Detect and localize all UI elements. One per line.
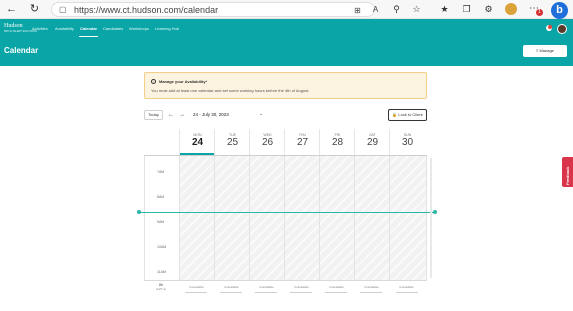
feedback-tab[interactable]: Feedback <box>562 157 573 187</box>
manage-label: Manage <box>539 48 554 53</box>
availability-underline <box>185 292 207 293</box>
zoom-icon[interactable]: ⚲ <box>390 3 403 16</box>
alert-title: Manage your Availability* <box>159 79 208 84</box>
day-number: 28 <box>331 137 344 148</box>
address-bar[interactable]: ▢ https://www.ct.hudson.com/calendar ⊞ A <box>51 2 378 17</box>
grid-left-border <box>144 156 145 280</box>
current-time-dot <box>433 210 437 214</box>
lock-to-client-button[interactable]: 🔒 Lock to Client <box>388 109 427 121</box>
user-avatar[interactable] <box>557 24 567 34</box>
app-navbar: Hudson RPO & TALENT SOLUTIONS Activities… <box>0 19 573 38</box>
today-button[interactable]: Today <box>144 110 163 120</box>
day-number: 26 <box>261 137 274 148</box>
nav-workshops[interactable]: Workshops <box>129 26 149 31</box>
day-header-sat[interactable]: SAT 29 <box>354 129 389 156</box>
column-divider <box>426 156 427 280</box>
lock-label: Lock to Client <box>398 112 423 117</box>
date-range-label[interactable]: 24 - July 30, 2023 <box>193 112 229 118</box>
day-number: 27 <box>296 137 309 148</box>
favorites-icon[interactable]: ★ <box>438 3 451 16</box>
availability-cell-wed[interactable]: Unavailable <box>249 286 284 289</box>
availability-alert: ! Manage your Availability* You must add… <box>144 72 427 99</box>
column-divider <box>179 156 180 280</box>
availability-cell-sun[interactable]: Unavailable <box>389 286 424 289</box>
day-header-tue[interactable]: TUE 25 <box>214 129 249 156</box>
day-header-wed[interactable]: WED 26 <box>249 129 284 156</box>
profile-avatar[interactable] <box>505 3 517 15</box>
hudson-logo[interactable]: Hudson RPO & TALENT SOLUTIONS <box>4 23 37 35</box>
lock-icon: ▢ <box>59 5 67 14</box>
browser-toolbar: ← ↻ ▢ https://www.ct.hudson.com/calendar… <box>0 0 573 19</box>
availability-underline <box>255 292 277 293</box>
info-icon: ! <box>151 79 156 84</box>
next-week-arrow-icon[interactable]: → <box>179 110 185 120</box>
active-nav-indicator <box>79 36 98 37</box>
day-header-mon[interactable]: MON 24 <box>179 129 215 156</box>
time-label: 11AM <box>157 270 166 274</box>
availability-cell-sat[interactable]: Unavailable <box>354 286 389 289</box>
back-icon[interactable]: ← <box>5 3 18 16</box>
availability-cell-fri[interactable]: Unavailable <box>319 286 354 289</box>
day-number: 29 <box>366 137 379 148</box>
day-number: 30 <box>401 137 414 148</box>
notification-badge: 1 <box>536 9 543 16</box>
footer-divider <box>144 280 427 281</box>
page-title: Calendar <box>4 46 39 55</box>
availability-underline <box>220 292 242 293</box>
nav-availability[interactable]: Availability <box>55 26 74 31</box>
screen: ← ↻ ▢ https://www.ct.hudson.com/calendar… <box>0 0 573 311</box>
url-text[interactable]: https://www.ct.hudson.com/calendar <box>74 4 218 16</box>
availability-cell-mon[interactable]: Unavailable <box>179 286 214 289</box>
app-grid-icon[interactable]: ⊞ <box>352 5 363 16</box>
feedback-label: Feedback <box>565 166 570 185</box>
extension-icon[interactable]: ⚙ <box>482 3 495 16</box>
day-header-fri[interactable]: FRI 28 <box>319 129 354 156</box>
notification-dot <box>548 25 552 29</box>
availability-cell-tue[interactable]: Unavailable <box>214 286 249 289</box>
availability-underline <box>325 292 347 293</box>
availability-underline <box>396 292 418 293</box>
day-number: 24 <box>191 137 204 148</box>
timezone-label: (GMT+1) <box>155 288 167 291</box>
page-header <box>0 38 573 66</box>
current-time-line <box>139 212 435 213</box>
chevron-down-icon[interactable]: ⌄ <box>259 111 263 118</box>
column-divider <box>249 156 250 280</box>
logo-subtitle: RPO & TALENT SOLUTIONS <box>4 30 37 33</box>
time-label: 8AM <box>157 195 165 199</box>
availability-cell-thu[interactable]: Unavailable <box>284 286 319 289</box>
column-divider <box>389 156 390 280</box>
total-hours-label: 8h <box>159 283 163 287</box>
column-divider <box>214 156 215 280</box>
day-number: 25 <box>226 137 239 148</box>
current-time-dot <box>137 210 141 214</box>
bing-icon[interactable]: b <box>551 2 568 19</box>
time-label: 9AM <box>157 220 165 224</box>
day-header-thu[interactable]: THU 27 <box>284 129 319 156</box>
refresh-icon[interactable]: ↻ <box>28 3 41 16</box>
grid-scrollbar[interactable] <box>430 158 432 278</box>
column-divider <box>319 156 320 280</box>
collections-icon[interactable]: ❐ <box>460 3 473 16</box>
alert-message: You must add at least one calendar and s… <box>151 88 310 93</box>
favorite-star-icon[interactable]: ☆ <box>410 3 423 16</box>
availability-underline <box>360 292 382 293</box>
availability-underline <box>290 292 312 293</box>
time-label: 7AM <box>157 170 165 174</box>
column-divider <box>284 156 285 280</box>
nav-activities[interactable]: Activities <box>32 26 48 31</box>
logo-text: Hudson <box>4 23 23 29</box>
read-aloud-icon[interactable]: A <box>370 4 381 15</box>
manage-button[interactable]: ≡Manage <box>523 45 567 57</box>
column-divider <box>354 156 355 280</box>
day-header-sun[interactable]: SUN 30 <box>389 129 424 156</box>
prev-week-arrow-icon[interactable]: ← <box>168 110 174 120</box>
nav-calendar[interactable]: Calendar <box>80 26 97 31</box>
nav-learning-hub[interactable]: Learning Hub <box>155 26 179 31</box>
time-label: 10AM <box>157 245 167 249</box>
nav-candidates[interactable]: Candidates <box>103 26 123 31</box>
